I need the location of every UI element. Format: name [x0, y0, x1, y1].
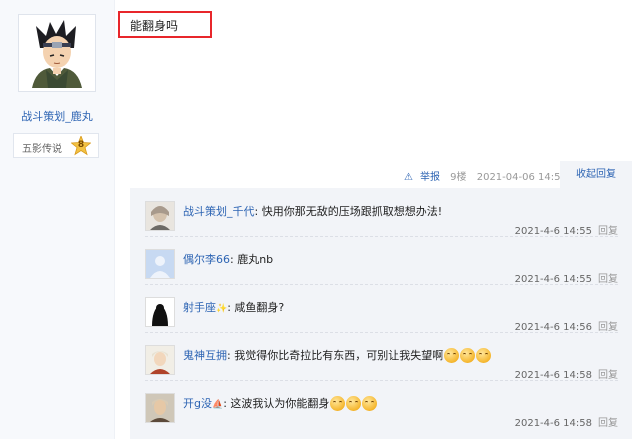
reply-button[interactable]: 回复 [598, 418, 618, 429]
comment-list: 战斗策划_千代: 快用你那无敌的压场跟抓取想想办法! 2021-4-6 14:5… [130, 188, 632, 439]
smile-emoji-icon [444, 348, 460, 363]
author-avatar[interactable] [18, 14, 96, 92]
comment-meta: 2021-4-6 14:55 回复 [515, 270, 618, 285]
comment-user[interactable]: 战斗策划_千代 [183, 205, 255, 218]
comment-avatar[interactable] [145, 297, 175, 327]
comment-item: 鬼神互拥: 我觉得你比奇拉比有东西，可别让我失望啊 2021-4-6 14:58… [130, 332, 632, 381]
comment-meta: 2021-4-6 14:55 回复 [515, 222, 618, 237]
sparkle-icon: ✨ [216, 304, 228, 314]
comment-text: : 快用你那无敌的压场跟抓取想想办法! [254, 205, 443, 218]
comment-text-line: 射手座✨: 咸鱼翻身? [183, 299, 284, 315]
level-number: 8 [77, 140, 85, 150]
post-content: 能翻身吗 [118, 11, 212, 38]
comment-meta: 2021-4-6 14:56 回复 [515, 318, 618, 333]
comment-avatar[interactable] [145, 345, 175, 375]
comment-text: : 鹿丸nb [230, 253, 274, 266]
author-sidebar: 战斗策划_鹿丸 五影传说 8 [0, 0, 115, 439]
smile-emoji-icon [362, 396, 378, 411]
comment-avatar[interactable] [145, 249, 175, 279]
post-time: 2021-04-06 14:54 [476, 172, 567, 183]
comment-text: : 这波我认为你能翻身 [223, 397, 330, 410]
avatar-image [22, 18, 92, 88]
comment-item: 射手座✨: 咸鱼翻身? 2021-4-6 14:56 回复 [130, 284, 632, 333]
comment-text-line: 战斗策划_千代: 快用你那无敌的压场跟抓取想想办法! [183, 203, 442, 219]
comment-item: 开g没⛵: 这波我认为你能翻身 2021-4-6 14:58 回复 [130, 380, 632, 429]
comment-avatar[interactable] [145, 393, 175, 423]
comment-meta: 2021-4-6 14:58 回复 [515, 366, 618, 381]
comment-avatar[interactable] [145, 201, 175, 231]
smile-emoji-icon [460, 348, 476, 363]
ship-icon: ⛵ [211, 400, 224, 410]
comment-user[interactable]: 鬼神互拥 [183, 349, 227, 362]
smile-emoji-icon [330, 396, 346, 411]
comment-user[interactable]: 开g没 [183, 397, 212, 410]
comment-user[interactable]: 偶尔李66 [183, 253, 230, 266]
report-label: 举报 [419, 172, 440, 183]
comment-text: : 咸鱼翻身? [227, 301, 285, 314]
comment-text-line: 鬼神互拥: 我觉得你比奇拉比有东西，可别让我失望啊 [183, 347, 492, 363]
floor-number: 9楼 [450, 172, 467, 183]
comment-text-line: 开g没⛵: 这波我认为你能翻身 [183, 395, 378, 411]
post-tail: ⚠ 举报 9楼 2021-04-06 14:54 [404, 168, 574, 183]
comment-user[interactable]: 射手座 [183, 301, 216, 314]
smile-emoji-icon [476, 348, 492, 363]
comment-meta: 2021-4-6 14:58 回复 [515, 414, 618, 429]
comment-text-line: 偶尔李66: 鹿丸nb [183, 251, 273, 267]
author-name[interactable]: 战斗策划_鹿丸 [0, 108, 114, 124]
comment-item: 偶尔李66: 鹿丸nb 2021-4-6 14:55 回复 [130, 236, 632, 285]
comment-item: 战斗策划_千代: 快用你那无敌的压场跟抓取想想办法! 2021-4-6 14:5… [130, 188, 632, 237]
author-level[interactable]: 五影传说 8 [13, 133, 99, 158]
warning-icon: ⚠ [404, 172, 413, 183]
level-title: 五影传说 [22, 144, 62, 155]
comment-time: 2021-4-6 14:58 [514, 418, 592, 429]
level-badge: 8 [70, 134, 92, 156]
collapse-replies-button[interactable]: 收起回复 [560, 161, 632, 188]
report-link[interactable]: ⚠ 举报 [404, 172, 440, 183]
smile-emoji-icon [346, 396, 362, 411]
comment-text: : 我觉得你比奇拉比有东西，可别让我失望啊 [227, 349, 444, 362]
